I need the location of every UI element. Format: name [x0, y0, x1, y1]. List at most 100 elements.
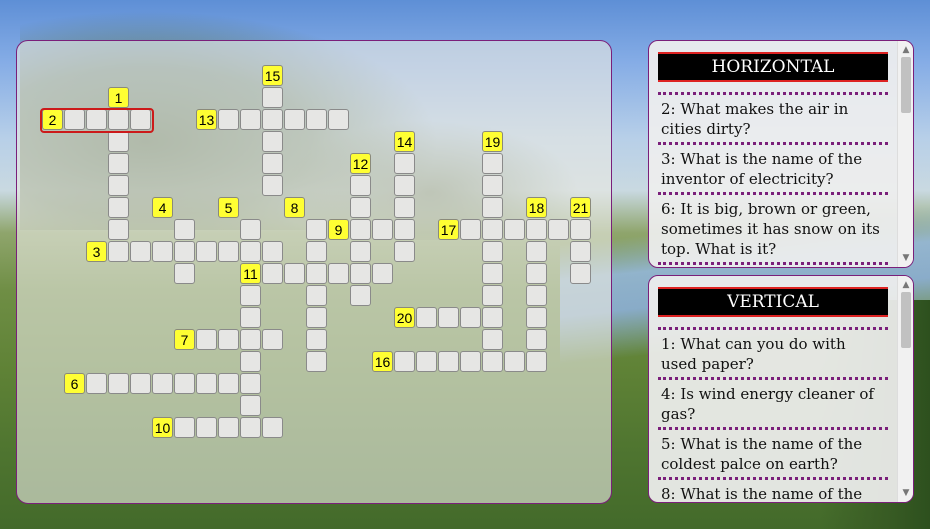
crossword-cell[interactable] — [306, 263, 327, 284]
crossword-cell[interactable] — [548, 219, 569, 240]
crossword-cell[interactable] — [482, 153, 503, 174]
clue-number-20[interactable]: 20 — [394, 307, 415, 328]
clue-number-13[interactable]: 13 — [196, 109, 217, 130]
crossword-cell[interactable] — [328, 263, 349, 284]
scroll-thumb[interactable] — [901, 292, 911, 348]
crossword-cell[interactable] — [482, 329, 503, 350]
crossword-cell[interactable] — [240, 307, 261, 328]
crossword-cell[interactable] — [482, 307, 503, 328]
crossword-cell[interactable] — [394, 197, 415, 218]
vertical-scrollbar[interactable]: ▲ ▼ — [897, 276, 913, 502]
clue-number-19[interactable]: 19 — [482, 131, 503, 152]
vertical-clue[interactable]: 4: Is wind energy cleaner of gas? — [658, 377, 888, 427]
crossword-cell[interactable] — [438, 307, 459, 328]
crossword-cell[interactable] — [350, 219, 371, 240]
crossword-cell[interactable] — [350, 263, 371, 284]
crossword-cell[interactable] — [284, 263, 305, 284]
crossword-cell[interactable] — [240, 285, 261, 306]
horizontal-clue[interactable]: 3: What is the name of the inventor of e… — [658, 142, 888, 192]
crossword-cell[interactable] — [350, 197, 371, 218]
crossword-cell[interactable] — [152, 241, 173, 262]
clue-number-3[interactable]: 3 — [86, 241, 107, 262]
crossword-cell[interactable] — [526, 263, 547, 284]
vertical-clues-panel[interactable]: VERTICAL 1: What can you do with used pa… — [648, 275, 914, 503]
crossword-cell[interactable] — [526, 351, 547, 372]
crossword-cell[interactable] — [460, 351, 481, 372]
crossword-cell[interactable] — [240, 373, 261, 394]
crossword-cell[interactable] — [526, 285, 547, 306]
crossword-cell[interactable] — [504, 219, 525, 240]
crossword-cell[interactable] — [196, 329, 217, 350]
clue-number-12[interactable]: 12 — [350, 153, 371, 174]
crossword-cell[interactable] — [416, 307, 437, 328]
crossword-cell[interactable] — [482, 285, 503, 306]
clue-number-5[interactable]: 5 — [218, 197, 239, 218]
crossword-cell[interactable] — [306, 285, 327, 306]
vertical-clue[interactable]: 8: What is the name of the — [658, 477, 888, 502]
clue-number-11[interactable]: 11 — [240, 263, 261, 284]
crossword-cell[interactable] — [174, 373, 195, 394]
crossword-cell[interactable] — [504, 351, 525, 372]
clue-number-14[interactable]: 14 — [394, 131, 415, 152]
scroll-down-arrow-icon[interactable]: ▼ — [898, 486, 913, 500]
clue-number-18[interactable]: 18 — [526, 197, 547, 218]
crossword-cell[interactable] — [350, 241, 371, 262]
crossword-cell[interactable] — [306, 351, 327, 372]
crossword-cell[interactable] — [460, 219, 481, 240]
crossword-cell[interactable] — [108, 219, 129, 240]
clue-number-6[interactable]: 6 — [64, 373, 85, 394]
clue-number-15[interactable]: 15 — [262, 65, 283, 86]
crossword-cell[interactable] — [262, 329, 283, 350]
crossword-cell[interactable] — [174, 263, 195, 284]
scroll-up-arrow-icon[interactable]: ▲ — [898, 278, 913, 292]
crossword-cell[interactable] — [394, 153, 415, 174]
clue-number-8[interactable]: 8 — [284, 197, 305, 218]
crossword-cell[interactable] — [350, 175, 371, 196]
crossword-cell[interactable] — [262, 241, 283, 262]
crossword-cell[interactable] — [482, 197, 503, 218]
crossword-cell[interactable] — [218, 329, 239, 350]
vertical-clue[interactable]: 1: What can you do with used paper? — [658, 327, 888, 377]
crossword-cell[interactable] — [306, 241, 327, 262]
clue-number-16[interactable]: 16 — [372, 351, 393, 372]
crossword-cell[interactable] — [108, 131, 129, 152]
crossword-cell[interactable] — [350, 285, 371, 306]
crossword-cell[interactable] — [196, 417, 217, 438]
crossword-cell[interactable] — [394, 241, 415, 262]
crossword-cell[interactable] — [262, 175, 283, 196]
crossword-cell[interactable] — [174, 417, 195, 438]
scroll-down-arrow-icon[interactable]: ▼ — [898, 251, 913, 265]
scroll-up-arrow-icon[interactable]: ▲ — [898, 43, 913, 57]
crossword-cell[interactable] — [262, 109, 283, 130]
crossword-cell[interactable] — [108, 175, 129, 196]
crossword-cell[interactable] — [218, 241, 239, 262]
clue-number-1[interactable]: 1 — [108, 87, 129, 108]
crossword-cell[interactable] — [240, 417, 261, 438]
crossword-cell[interactable] — [394, 219, 415, 240]
crossword-cell[interactable] — [394, 175, 415, 196]
crossword-cell[interactable] — [262, 131, 283, 152]
crossword-cell[interactable] — [240, 329, 261, 350]
crossword-cell[interactable] — [262, 153, 283, 174]
clue-number-21[interactable]: 21 — [570, 197, 591, 218]
crossword-cell[interactable] — [526, 307, 547, 328]
crossword-cell[interactable] — [174, 241, 195, 262]
crossword-cell[interactable] — [372, 219, 393, 240]
clue-number-7[interactable]: 7 — [174, 329, 195, 350]
crossword-cell[interactable] — [174, 219, 195, 240]
crossword-cell[interactable] — [306, 109, 327, 130]
clue-number-10[interactable]: 10 — [152, 417, 173, 438]
crossword-cell[interactable] — [328, 109, 349, 130]
crossword-cell[interactable] — [240, 109, 261, 130]
crossword-cell[interactable] — [196, 241, 217, 262]
crossword-cell[interactable] — [218, 109, 239, 130]
crossword-cell[interactable] — [570, 241, 591, 262]
crossword-cell[interactable] — [482, 241, 503, 262]
crossword-cell[interactable] — [240, 351, 261, 372]
crossword-cell[interactable] — [482, 219, 503, 240]
clue-number-4[interactable]: 4 — [152, 197, 173, 218]
crossword-cell[interactable] — [108, 241, 129, 262]
crossword-cell[interactable] — [526, 241, 547, 262]
crossword-cell[interactable] — [306, 329, 327, 350]
clue-number-9[interactable]: 9 — [328, 219, 349, 240]
